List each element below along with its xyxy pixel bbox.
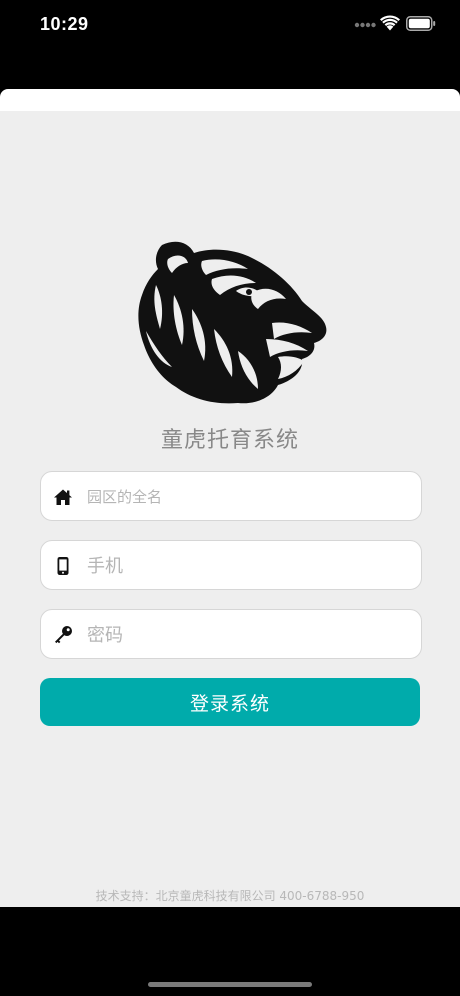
app-title: 童虎托育系统 xyxy=(160,428,299,453)
status-time: 10:29 xyxy=(40,14,89,34)
nav-bar xyxy=(0,89,460,111)
login-button[interactable]: 登录系统 xyxy=(40,678,420,726)
password-field[interactable] xyxy=(40,609,422,660)
park-name-field[interactable] xyxy=(40,471,422,522)
home-icon xyxy=(54,489,72,505)
footer-support-text: 技术支持：北京童虎科技有限公司 400-6788-950 xyxy=(95,889,365,903)
battery-icon xyxy=(406,16,436,31)
cellular-dots-icon xyxy=(354,22,376,28)
park-name-input[interactable] xyxy=(85,472,409,522)
password-input[interactable] xyxy=(85,610,409,660)
tiger-logo-icon xyxy=(138,241,327,404)
app-screen: 10:29 童虎托育系统 园区的全名 手机 登录系统 技术支持：北京童虎科技有限… xyxy=(0,0,460,996)
phone-field[interactable] xyxy=(40,540,422,591)
home-indicator[interactable] xyxy=(148,982,312,987)
phone-icon xyxy=(57,557,69,575)
login-page: 童虎托育系统 登录系统 xyxy=(0,111,460,907)
key-icon xyxy=(55,626,72,644)
status-bar: 10:29 xyxy=(0,0,460,54)
wifi-icon xyxy=(380,15,400,31)
phone-input[interactable] xyxy=(85,541,409,591)
